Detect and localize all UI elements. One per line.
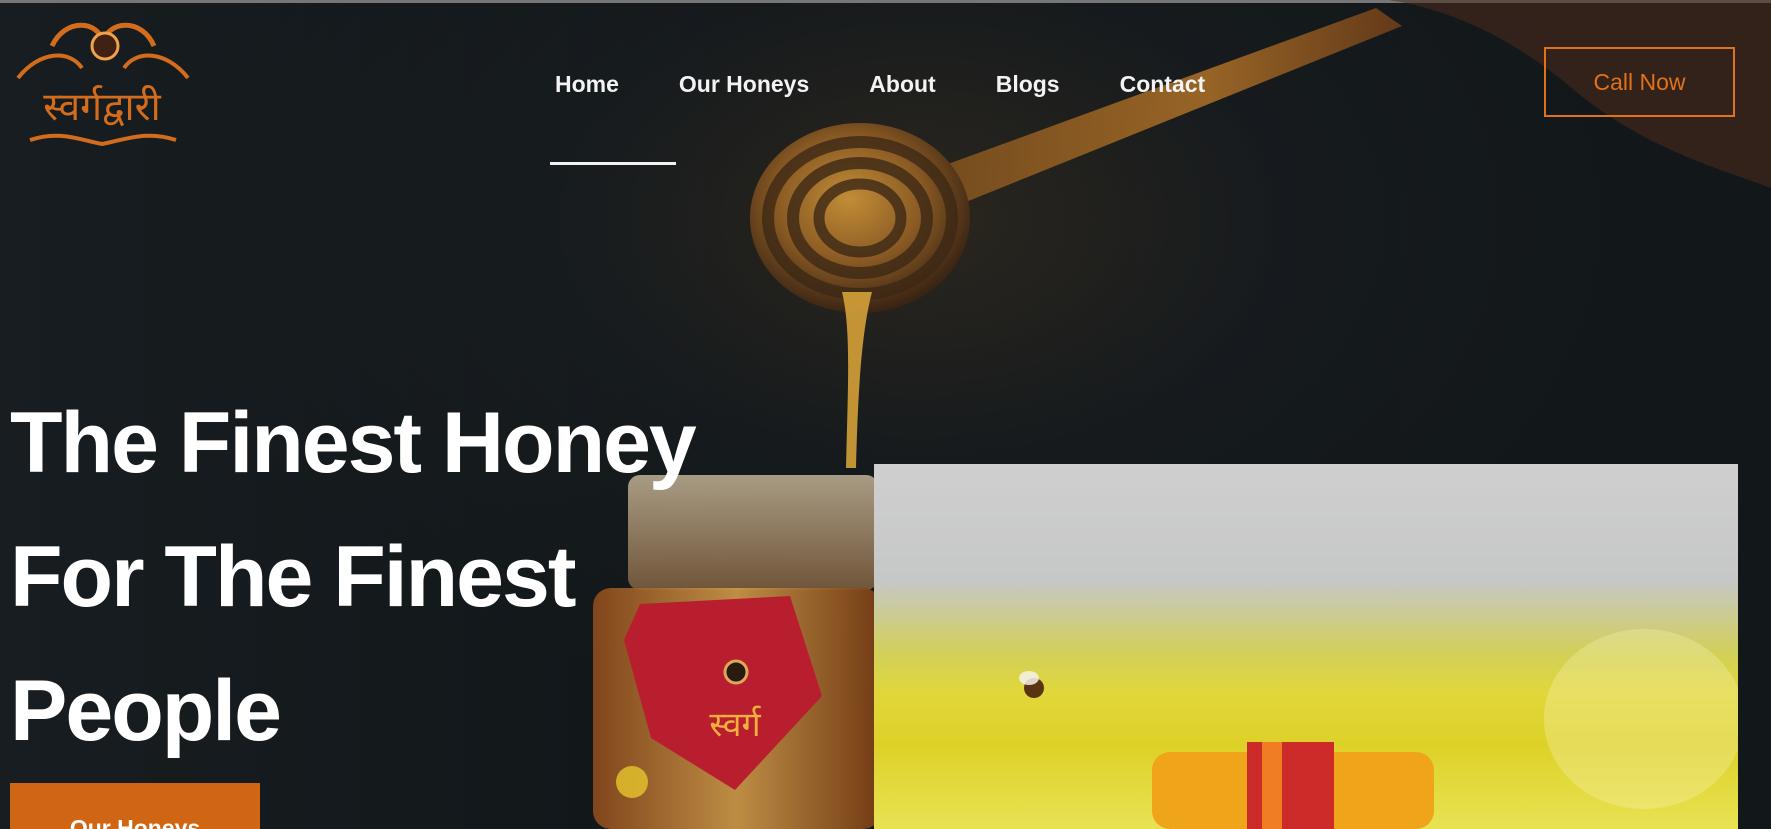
logo-bottom-flourish — [29, 133, 177, 147]
our-honeys-cta-button[interactable]: Our Honeys — [10, 783, 260, 829]
main-nav: Home Our Honeys About Blogs Contact — [555, 64, 1265, 104]
hero-title-line-2: For The Finest — [10, 528, 576, 625]
flying-bee-wing — [1019, 671, 1039, 685]
active-nav-underline — [550, 162, 676, 165]
nav-home[interactable]: Home — [555, 64, 619, 104]
landing-page: स्वर्ग स्वर्गद्वारी Home Our Honeys Abou… — [0, 0, 1771, 829]
logo-wordmark: स्वर्गद्वारी — [43, 85, 161, 130]
sunlight-glow — [1544, 629, 1738, 809]
nav-blogs[interactable]: Blogs — [996, 64, 1060, 104]
logo-bee-icon — [90, 31, 120, 61]
logo-right-flourish — [122, 53, 190, 80]
honey-dipper — [750, 123, 970, 313]
honey-stick — [915, 8, 1402, 210]
nav-about[interactable]: About — [869, 64, 935, 104]
hero-title-line-3: People — [10, 662, 282, 759]
honey-product-photo — [874, 464, 1738, 829]
nav-contact[interactable]: Contact — [1120, 64, 1206, 104]
brand-logo[interactable]: स्वर्गद्वारी — [10, 8, 196, 164]
honey-drip — [842, 292, 872, 468]
hero-title: The Finest Honey For The Finest People — [10, 376, 770, 778]
call-now-button[interactable]: Call Now — [1544, 47, 1735, 117]
nav-our-honeys[interactable]: Our Honeys — [679, 64, 809, 104]
hero-title-line-1: The Finest Honey — [10, 394, 697, 491]
honey-jar-seal — [1247, 742, 1334, 829]
logo-left-flourish — [16, 53, 84, 80]
honey-jar-seal-stripe — [1262, 742, 1282, 829]
